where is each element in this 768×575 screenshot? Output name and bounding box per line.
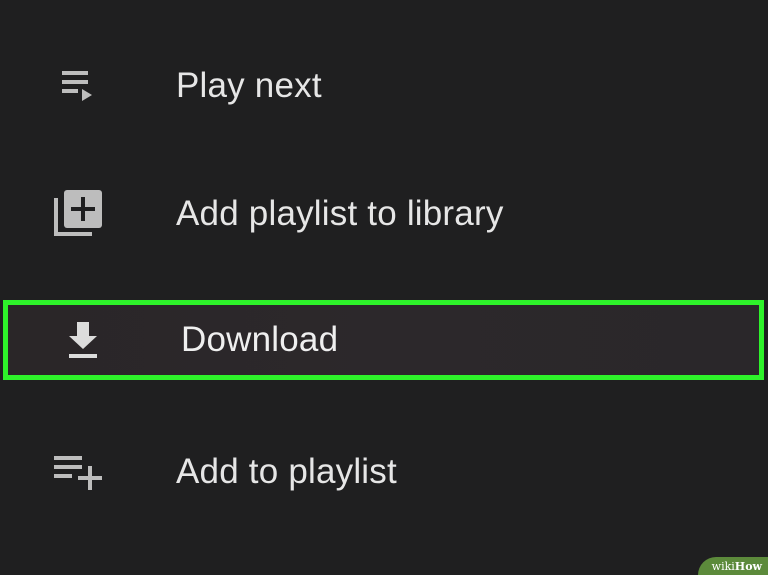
- download-icon: [51, 308, 115, 372]
- menu-item-label: Add playlist to library: [176, 194, 504, 233]
- watermark-suffix: How: [734, 559, 762, 573]
- wikihow-watermark: wiki How: [698, 557, 768, 575]
- menu-item-play-next[interactable]: Play next: [0, 44, 768, 128]
- menu-item-label: Play next: [176, 66, 322, 105]
- playlist-add-icon: [46, 440, 110, 504]
- watermark-prefix: wiki: [711, 559, 735, 573]
- library-add-icon: [46, 182, 110, 246]
- context-menu: Play next Add playlist to library Downlo…: [0, 0, 768, 575]
- menu-item-add-to-playlist[interactable]: Add to playlist: [0, 430, 768, 514]
- menu-item-label: Download: [181, 320, 339, 359]
- menu-item-add-playlist-to-library[interactable]: Add playlist to library: [0, 172, 768, 256]
- menu-item-download[interactable]: Download: [3, 300, 764, 380]
- menu-item-label: Add to playlist: [176, 452, 397, 491]
- play-next-icon: [46, 54, 110, 118]
